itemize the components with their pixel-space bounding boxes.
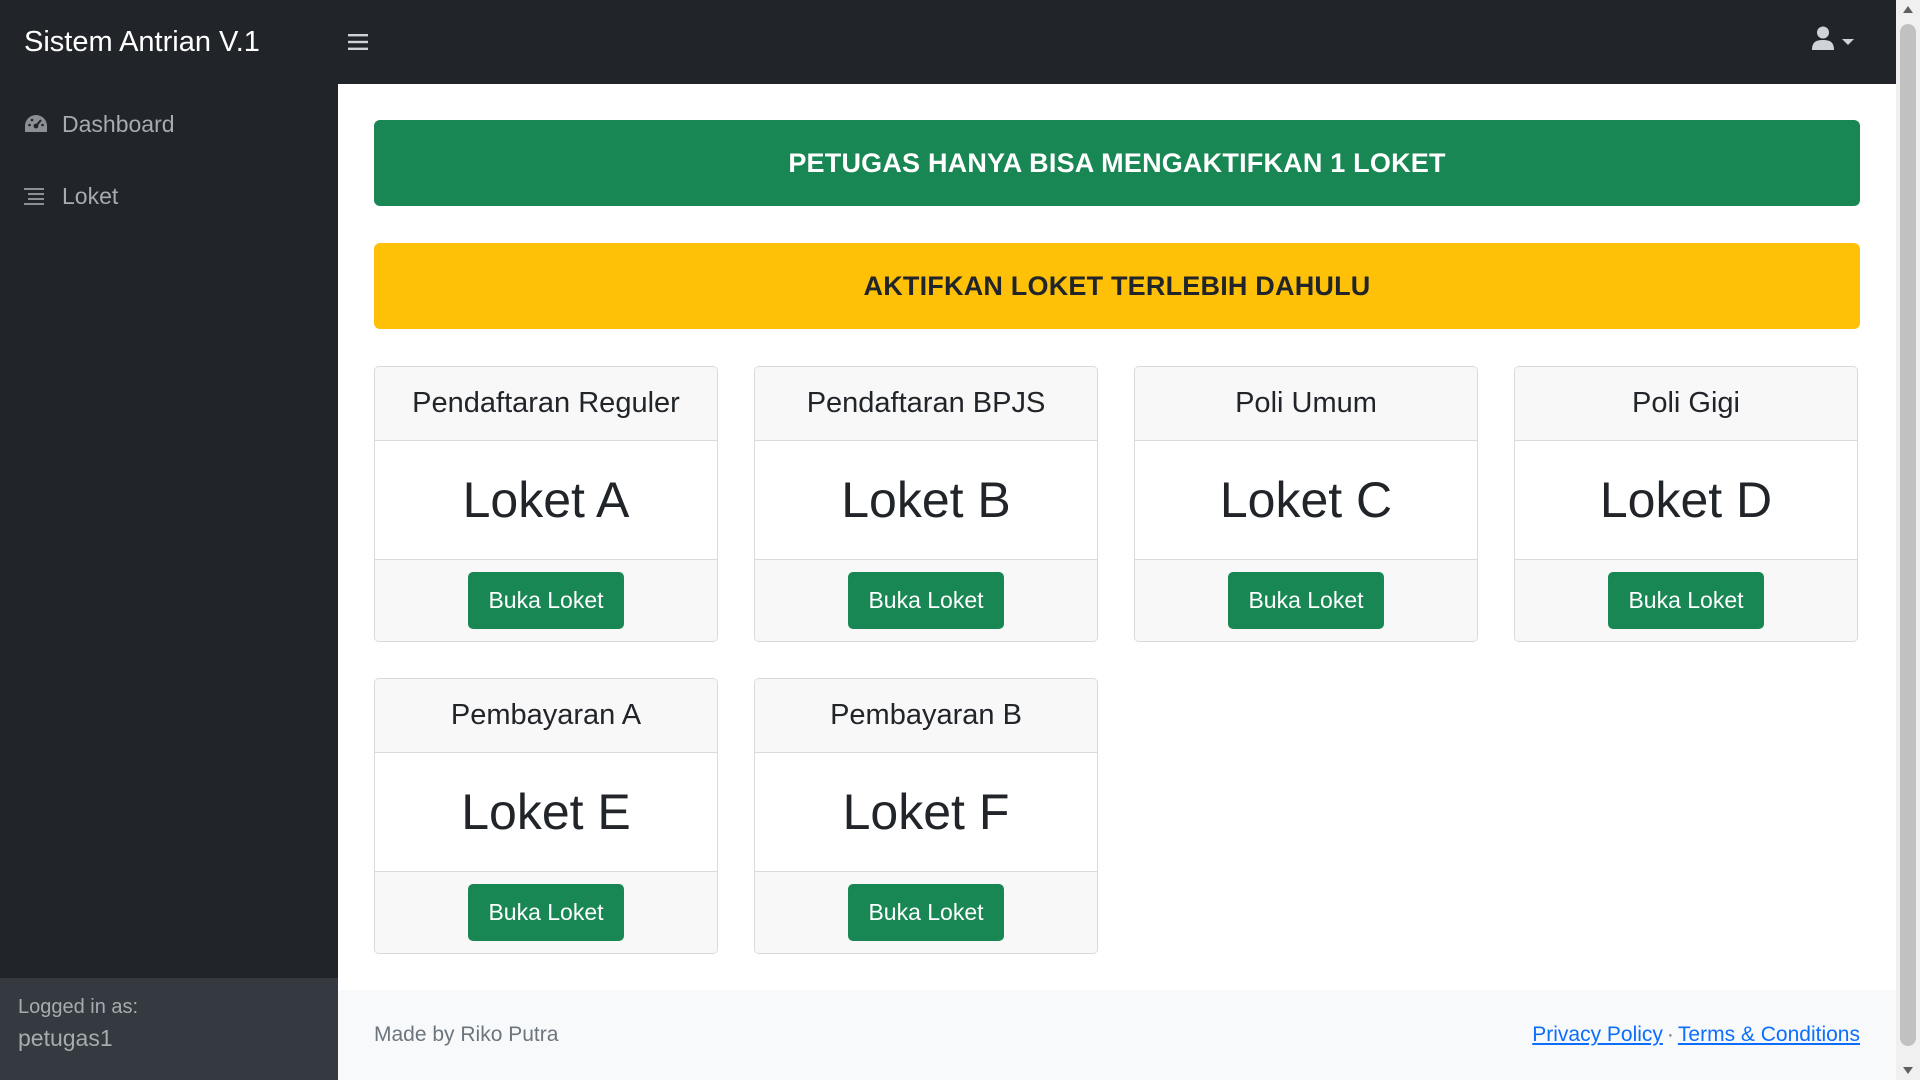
info-alert: PETUGAS HANYA BISA MENGAKTIFKAN 1 LOKET	[374, 120, 1860, 206]
card-footer: Buka Loket	[755, 559, 1097, 641]
counter-service: Pendaftaran Reguler	[375, 367, 717, 441]
card-footer: Buka Loket	[755, 871, 1097, 953]
counter-service: Pendaftaran BPJS	[755, 367, 1097, 441]
counter-card: Pembayaran A Loket E Buka Loket	[374, 678, 718, 954]
counter-card: Poli Gigi Loket D Buka Loket	[1514, 366, 1858, 642]
card-footer: Buka Loket	[1515, 559, 1857, 641]
menu-icon[interactable]	[338, 22, 378, 62]
open-counter-button[interactable]: Buka Loket	[1228, 572, 1384, 629]
logged-in-label: Logged in as:	[18, 996, 139, 1018]
counter-card: Pendaftaran BPJS Loket B Buka Loket	[754, 366, 1098, 642]
app-title[interactable]: Sistem Antrian V.1	[0, 26, 338, 59]
counter-name: Loket F	[842, 784, 1010, 840]
privacy-policy-link[interactable]: Privacy Policy	[1532, 1023, 1663, 1046]
footer-separator: ·	[1666, 1023, 1674, 1046]
sidebar-item-dashboard[interactable]: Dashboard	[0, 88, 338, 160]
sidebar: Dashboard Loket Logged in as: petugas1	[0, 84, 338, 1080]
logged-in-username: petugas1	[18, 1025, 113, 1051]
sidebar-footer: Logged in as: petugas1	[0, 978, 338, 1080]
card-footer: Buka Loket	[375, 559, 717, 641]
scroll-down-arrow-icon[interactable]	[1903, 1067, 1913, 1074]
counter-service: Pembayaran B	[755, 679, 1097, 753]
open-counter-button[interactable]: Buka Loket	[468, 572, 624, 629]
sidebar-item-label: Dashboard	[62, 110, 175, 137]
terms-link[interactable]: Terms & Conditions	[1678, 1023, 1860, 1046]
counter-service: Poli Umum	[1135, 367, 1477, 441]
counter-name: Loket E	[461, 784, 631, 840]
open-counter-button[interactable]: Buka Loket	[468, 884, 624, 941]
counter-name: Loket B	[841, 472, 1011, 528]
counter-service: Pembayaran A	[375, 679, 717, 753]
open-counter-button[interactable]: Buka Loket	[848, 572, 1004, 629]
footer-links: Privacy Policy · Terms & Conditions	[1532, 1023, 1860, 1047]
counter-card: Poli Umum Loket C Buka Loket	[1134, 366, 1478, 642]
card-footer: Buka Loket	[1135, 559, 1477, 641]
counter-name: Loket D	[1599, 472, 1773, 528]
counter-card: Pendaftaran Reguler Loket A Buka Loket	[374, 366, 718, 642]
counter-card: Pembayaran B Loket F Buka Loket	[754, 678, 1098, 954]
user-icon	[1812, 26, 1834, 55]
dashboard-icon	[24, 114, 54, 134]
user-dropdown-toggle[interactable]	[1812, 26, 1854, 55]
chevron-down-icon	[1842, 38, 1854, 45]
open-counter-button[interactable]: Buka Loket	[1608, 572, 1764, 629]
card-footer: Buka Loket	[375, 871, 717, 953]
counter-name: Loket C	[1219, 472, 1393, 528]
page-scrollbar[interactable]	[1896, 0, 1920, 1080]
top-navbar: Sistem Antrian V.1	[0, 0, 1896, 84]
counter-service: Poli Gigi	[1515, 367, 1857, 441]
counter-name: Loket A	[462, 472, 630, 528]
list-icon	[24, 187, 54, 205]
page-footer: Made by Riko Putra Privacy Policy · Terms …	[338, 990, 1896, 1080]
main-content: PETUGAS HANYA BISA MENGAKTIFKAN 1 LOKET …	[338, 84, 1896, 1080]
open-counter-button[interactable]: Buka Loket	[848, 884, 1004, 941]
warning-alert: AKTIFKAN LOKET TERLEBIH DAHULU	[374, 243, 1860, 329]
footer-credit: Made by Riko Putra	[374, 1023, 559, 1046]
scrollbar-thumb[interactable]	[1900, 24, 1916, 1046]
scroll-up-arrow-icon[interactable]	[1903, 6, 1913, 13]
sidebar-item-label: Loket	[62, 182, 119, 209]
sidebar-item-loket[interactable]: Loket	[0, 160, 338, 232]
